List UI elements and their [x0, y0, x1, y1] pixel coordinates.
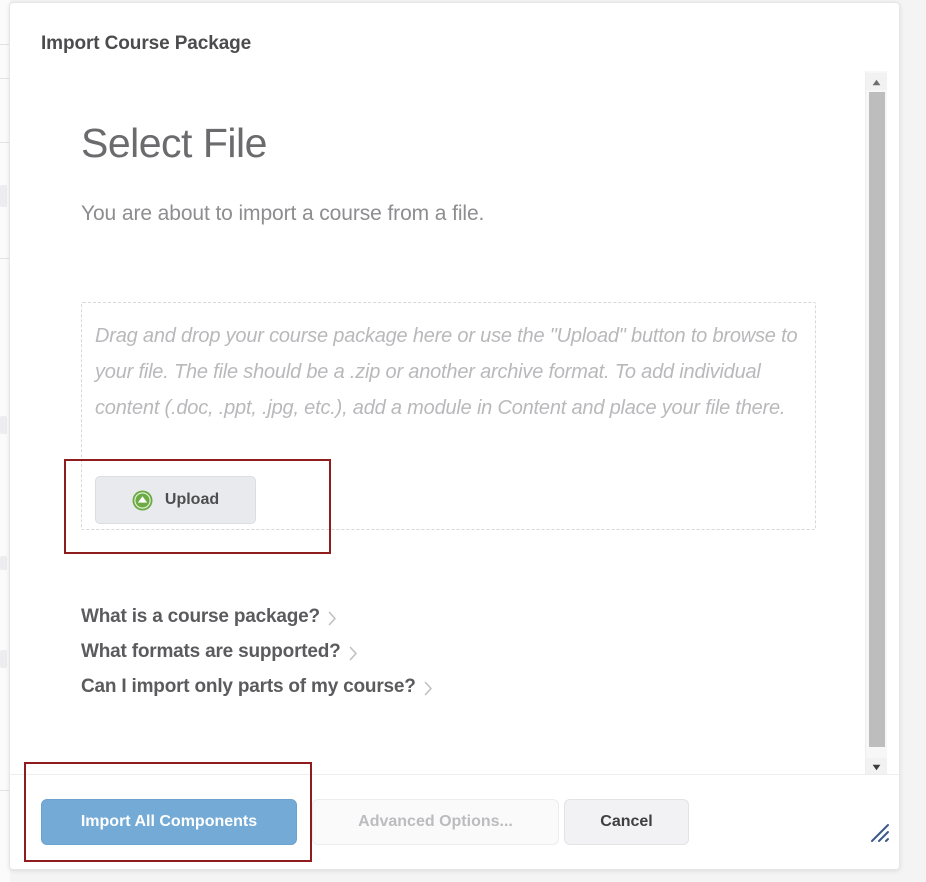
faq-item-partial-import[interactable]: Can I import only parts of my course?: [81, 676, 433, 698]
scrollbar-up-button[interactable]: [866, 73, 887, 90]
faq-item-course-package[interactable]: What is a course package?: [81, 606, 337, 628]
dialog-title: Import Course Package: [41, 33, 252, 54]
scrollbar-thumb[interactable]: [869, 92, 885, 747]
faq-item-label: What formats are supported?: [81, 641, 341, 662]
faq-item-label: Can I import only parts of my course?: [81, 676, 416, 697]
background-rule: [0, 78, 9, 79]
background-shape: [0, 650, 7, 668]
upload-button[interactable]: Upload: [95, 476, 256, 524]
resize-grip-icon[interactable]: [868, 821, 892, 845]
page-title: Select File: [81, 120, 267, 166]
chevron-right-icon: [424, 679, 433, 696]
upload-circle-icon: [132, 490, 153, 511]
background-rule: [0, 790, 9, 791]
file-dropzone[interactable]: Drag and drop your course package here o…: [81, 302, 816, 530]
dialog-footer: Import All Components Advanced Options..…: [10, 774, 899, 869]
import-all-components-button[interactable]: Import All Components: [41, 799, 297, 845]
vertical-scrollbar[interactable]: [865, 71, 887, 777]
scrollbar-down-button[interactable]: [866, 758, 887, 775]
background-shape: [0, 185, 7, 207]
cancel-button[interactable]: Cancel: [564, 799, 689, 845]
upload-button-label: Upload: [164, 491, 220, 508]
dialog-scroll-body: Select File You are about to import a co…: [10, 71, 899, 777]
advanced-options-button[interactable]: Advanced Options...: [312, 799, 559, 845]
background-shape: [0, 416, 7, 434]
triangle-up-icon: [872, 73, 881, 91]
import-course-package-dialog: Import Course Package Select File You ar…: [9, 2, 900, 870]
chevron-right-icon: [349, 644, 358, 661]
background-rule: [0, 258, 9, 259]
faq-list: What is a course package? What formats a…: [81, 606, 781, 711]
triangle-down-icon: [872, 758, 881, 776]
faq-item-label: What is a course package?: [81, 606, 320, 627]
background-rule: [0, 44, 9, 45]
background-shape: [0, 556, 7, 570]
background-rule: [0, 142, 9, 143]
dialog-content: Select File You are about to import a co…: [81, 71, 826, 226]
faq-item-formats-supported[interactable]: What formats are supported?: [81, 641, 358, 663]
dropzone-instructions: Drag and drop your course package here o…: [95, 325, 798, 419]
page-subtitle: You are about to import a course from a …: [81, 202, 485, 226]
chevron-right-icon: [328, 609, 337, 626]
